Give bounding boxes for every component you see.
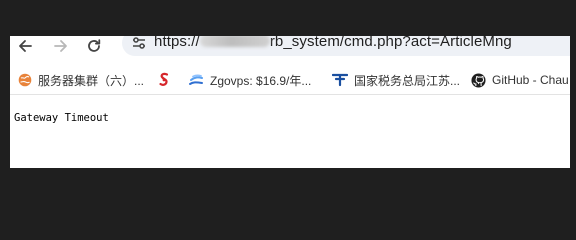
bookmark-label: GitHub - Chau	[492, 73, 569, 87]
browser-toolbar: https:// rb_system/cmd.php?act=ArticleMng	[10, 36, 570, 60]
bookmark-item-server-cluster[interactable]: 服务器集群（六）...	[18, 71, 144, 89]
tax-logo-icon	[332, 73, 348, 87]
bookmark-label: 国家税务总局江苏...	[354, 73, 461, 88]
bookmark-item-github[interactable]: GitHub - Chau	[471, 71, 569, 89]
address-bar[interactable]: https:// rb_system/cmd.php?act=ArticleMng	[122, 36, 570, 56]
github-icon	[471, 72, 486, 88]
bookmark-label: Zgovps: $16.9/年...	[210, 73, 312, 88]
bookmark-item-zgovps[interactable]: Zgovps: $16.9/年...	[188, 71, 311, 89]
browser-window: https:// rb_system/cmd.php?act=ArticleMng…	[10, 36, 570, 168]
bookmark-item-red-logo[interactable]	[158, 71, 176, 89]
page-content: Gateway Timeout	[10, 95, 570, 168]
tune-icon[interactable]	[132, 37, 146, 49]
forward-button[interactable]	[50, 36, 72, 56]
arrow-left-icon	[19, 40, 32, 52]
redacted-domain	[199, 36, 270, 47]
zgovps-icon	[189, 74, 203, 85]
bookmark-label: 服务器集群（六）...	[38, 73, 145, 88]
url-prefix: https://	[154, 36, 200, 50]
error-message: Gateway Timeout	[14, 112, 109, 124]
url-text[interactable]: https:// rb_system/cmd.php?act=ArticleMng	[154, 36, 512, 50]
url-path: rb_system/cmd.php?act=ArticleMng	[269, 36, 512, 50]
bookmark-item-tax-bureau[interactable]: 国家税务总局江苏...	[332, 71, 460, 89]
arrow-right-icon	[54, 40, 67, 52]
globe-icon	[18, 73, 32, 87]
red-s-logo-icon	[159, 72, 169, 86]
reload-icon	[88, 39, 101, 52]
back-button[interactable]	[14, 36, 36, 56]
reload-button[interactable]	[83, 36, 105, 56]
bookmarks-bar: 服务器集群（六）... Zgovps: $16.9/年... 国家税务总局江苏.…	[10, 64, 570, 95]
